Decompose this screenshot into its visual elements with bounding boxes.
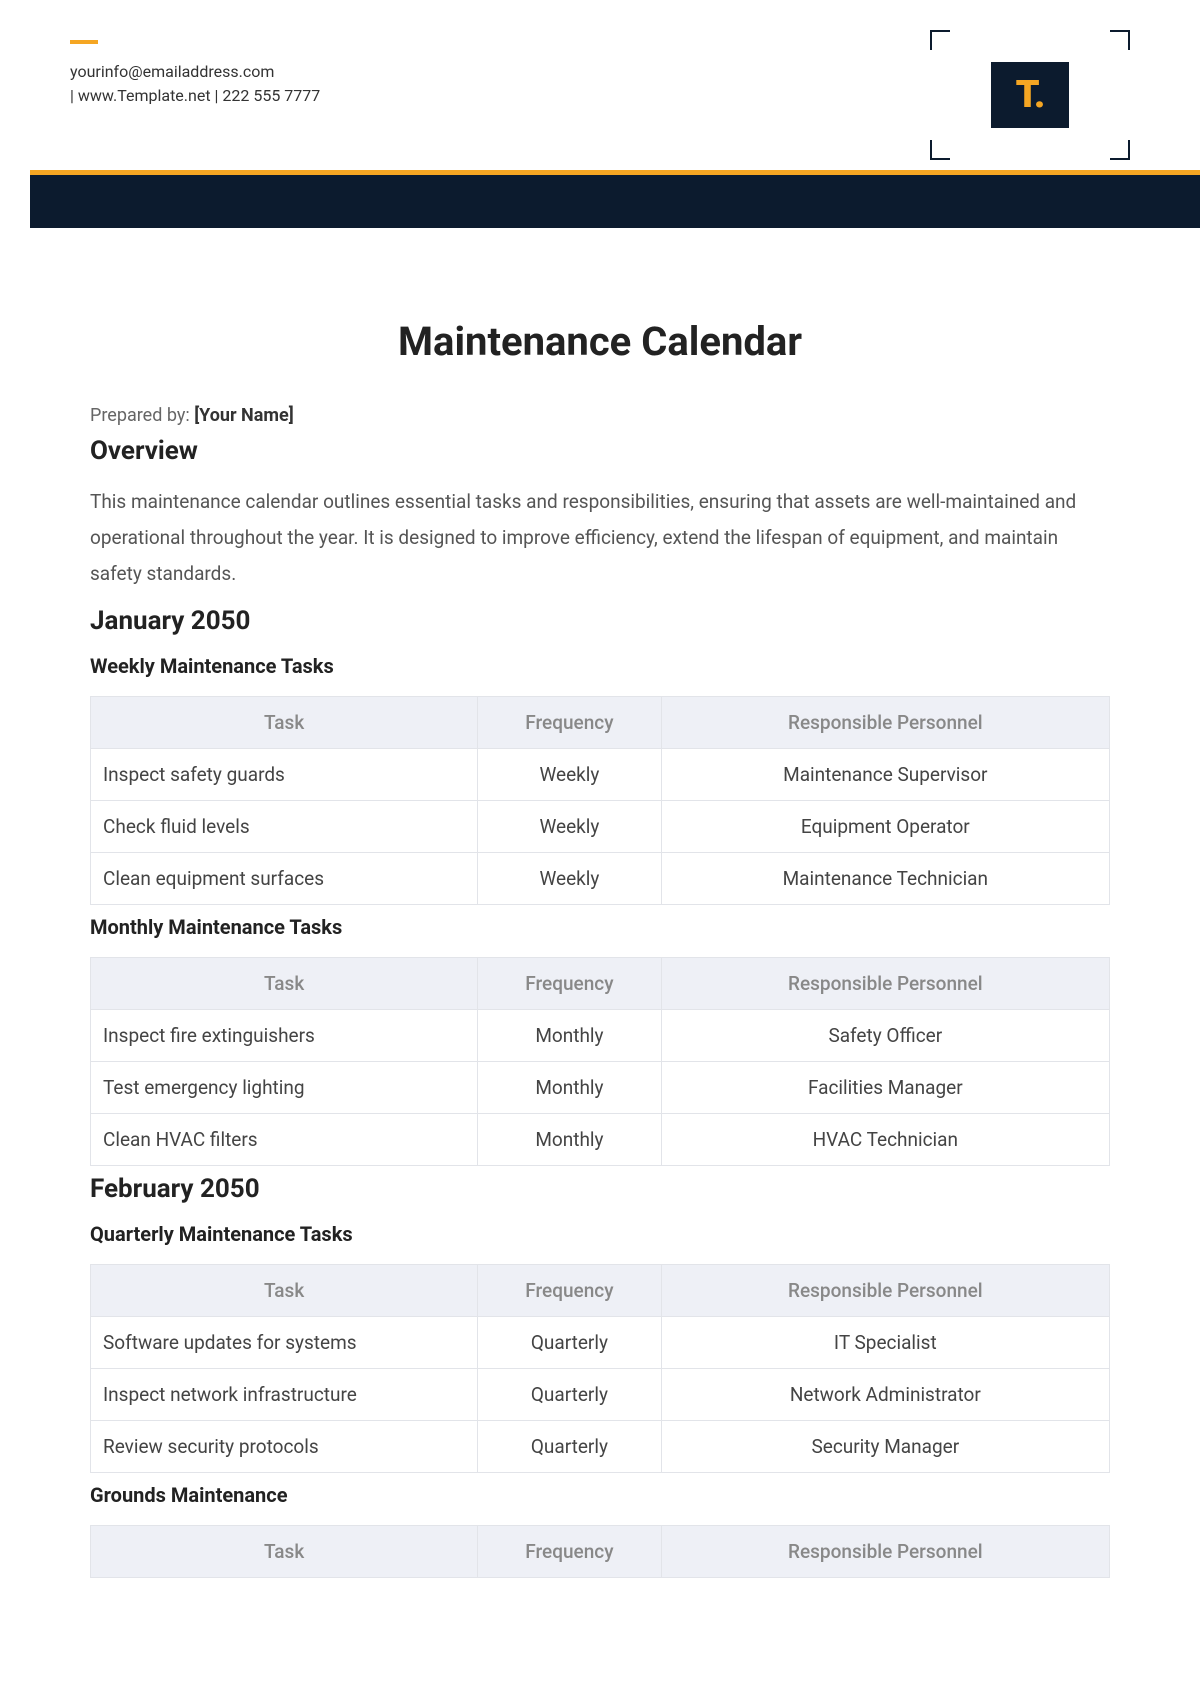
column-header: Responsible Personnel: [661, 1526, 1109, 1578]
month-heading: January 2050: [90, 606, 1110, 636]
table-cell: Clean HVAC filters: [91, 1114, 478, 1166]
table-cell: Monthly: [478, 1010, 661, 1062]
frame-corner: [1110, 30, 1130, 50]
task-table: TaskFrequencyResponsible PersonnelInspec…: [90, 696, 1110, 905]
column-header: Task: [91, 1526, 478, 1578]
table-cell: Quarterly: [478, 1369, 661, 1421]
table-cell: Monthly: [478, 1114, 661, 1166]
table-cell: Quarterly: [478, 1421, 661, 1473]
column-header: Task: [91, 697, 478, 749]
table-row: Inspect fire extinguishersMonthlySafety …: [91, 1010, 1110, 1062]
table-cell: Network Administrator: [661, 1369, 1109, 1421]
table-cell: IT Specialist: [661, 1317, 1109, 1369]
task-table: TaskFrequencyResponsible PersonnelSoftwa…: [90, 1264, 1110, 1473]
page-header: yourinfo@emailaddress.com | www.Template…: [0, 0, 1200, 160]
column-header: Task: [91, 958, 478, 1010]
page-title: Maintenance Calendar: [90, 318, 1110, 365]
task-table: TaskFrequencyResponsible Personnel: [90, 1525, 1110, 1578]
table-cell: Inspect safety guards: [91, 749, 478, 801]
sections-container: January 2050 Weekly Maintenance Tasks Task…: [90, 606, 1110, 1578]
table-cell: Weekly: [478, 853, 661, 905]
logo-icon: T.: [991, 62, 1069, 128]
task-group-heading: Quarterly Maintenance Tasks: [90, 1222, 1110, 1246]
task-table: TaskFrequencyResponsible PersonnelInspec…: [90, 957, 1110, 1166]
table-row: Clean HVAC filtersMonthlyHVAC Technician: [91, 1114, 1110, 1166]
frame-corner: [930, 140, 950, 160]
table-cell: Equipment Operator: [661, 801, 1109, 853]
column-header: Frequency: [478, 958, 661, 1010]
table-cell: Clean equipment surfaces: [91, 853, 478, 905]
table-cell: Maintenance Supervisor: [661, 749, 1109, 801]
column-header: Frequency: [478, 1265, 661, 1317]
table-row: Inspect safety guardsWeeklyMaintenance S…: [91, 749, 1110, 801]
contact-block: yourinfo@emailaddress.com | www.Template…: [70, 40, 320, 108]
table-cell: Security Manager: [661, 1421, 1109, 1473]
column-header: Responsible Personnel: [661, 958, 1109, 1010]
contact-email: yourinfo@emailaddress.com: [70, 60, 320, 84]
table-cell: Monthly: [478, 1062, 661, 1114]
table-cell: Weekly: [478, 749, 661, 801]
task-group-heading: Grounds Maintenance: [90, 1483, 1110, 1507]
table-row: Review security protocolsQuarterlySecuri…: [91, 1421, 1110, 1473]
table-cell: Test emergency lighting: [91, 1062, 478, 1114]
prepared-label: Prepared by:: [90, 405, 194, 426]
table-cell: Facilities Manager: [661, 1062, 1109, 1114]
table-row: Clean equipment surfacesWeeklyMaintenanc…: [91, 853, 1110, 905]
task-group-heading: Monthly Maintenance Tasks: [90, 915, 1110, 939]
table-cell: Maintenance Technician: [661, 853, 1109, 905]
task-group-heading: Weekly Maintenance Tasks: [90, 654, 1110, 678]
frame-corner: [930, 30, 950, 50]
table-cell: Weekly: [478, 801, 661, 853]
table-cell: Check fluid levels: [91, 801, 478, 853]
column-header: Responsible Personnel: [661, 1265, 1109, 1317]
prepared-by: Prepared by: [Your Name]: [90, 405, 1110, 426]
overview-text: This maintenance calendar outlines essen…: [90, 484, 1110, 592]
table-cell: Inspect fire extinguishers: [91, 1010, 478, 1062]
month-heading: February 2050: [90, 1174, 1110, 1204]
table-cell: Safety Officer: [661, 1010, 1109, 1062]
table-row: Test emergency lightingMonthlyFacilities…: [91, 1062, 1110, 1114]
divider-band: [30, 170, 1200, 228]
frame-corner: [1110, 140, 1130, 160]
table-cell: Software updates for systems: [91, 1317, 478, 1369]
column-header: Frequency: [478, 1526, 661, 1578]
table-cell: HVAC Technician: [661, 1114, 1109, 1166]
column-header: Responsible Personnel: [661, 697, 1109, 749]
prepared-name: [Your Name]: [194, 405, 294, 426]
table-cell: Quarterly: [478, 1317, 661, 1369]
table-row: Inspect network infrastructureQuarterlyN…: [91, 1369, 1110, 1421]
table-row: Check fluid levelsWeeklyEquipment Operat…: [91, 801, 1110, 853]
contact-info: yourinfo@emailaddress.com | www.Template…: [70, 60, 320, 108]
table-cell: Inspect network infrastructure: [91, 1369, 478, 1421]
content: Maintenance Calendar Prepared by: [Your …: [0, 228, 1200, 1578]
logo-frame: T.: [930, 30, 1130, 160]
table-cell: Review security protocols: [91, 1421, 478, 1473]
contact-line2: | www.Template.net | 222 555 7777: [70, 84, 320, 108]
column-header: Frequency: [478, 697, 661, 749]
accent-bar: [70, 40, 98, 44]
table-row: Software updates for systemsQuarterlyIT …: [91, 1317, 1110, 1369]
column-header: Task: [91, 1265, 478, 1317]
overview-heading: Overview: [90, 436, 1110, 466]
